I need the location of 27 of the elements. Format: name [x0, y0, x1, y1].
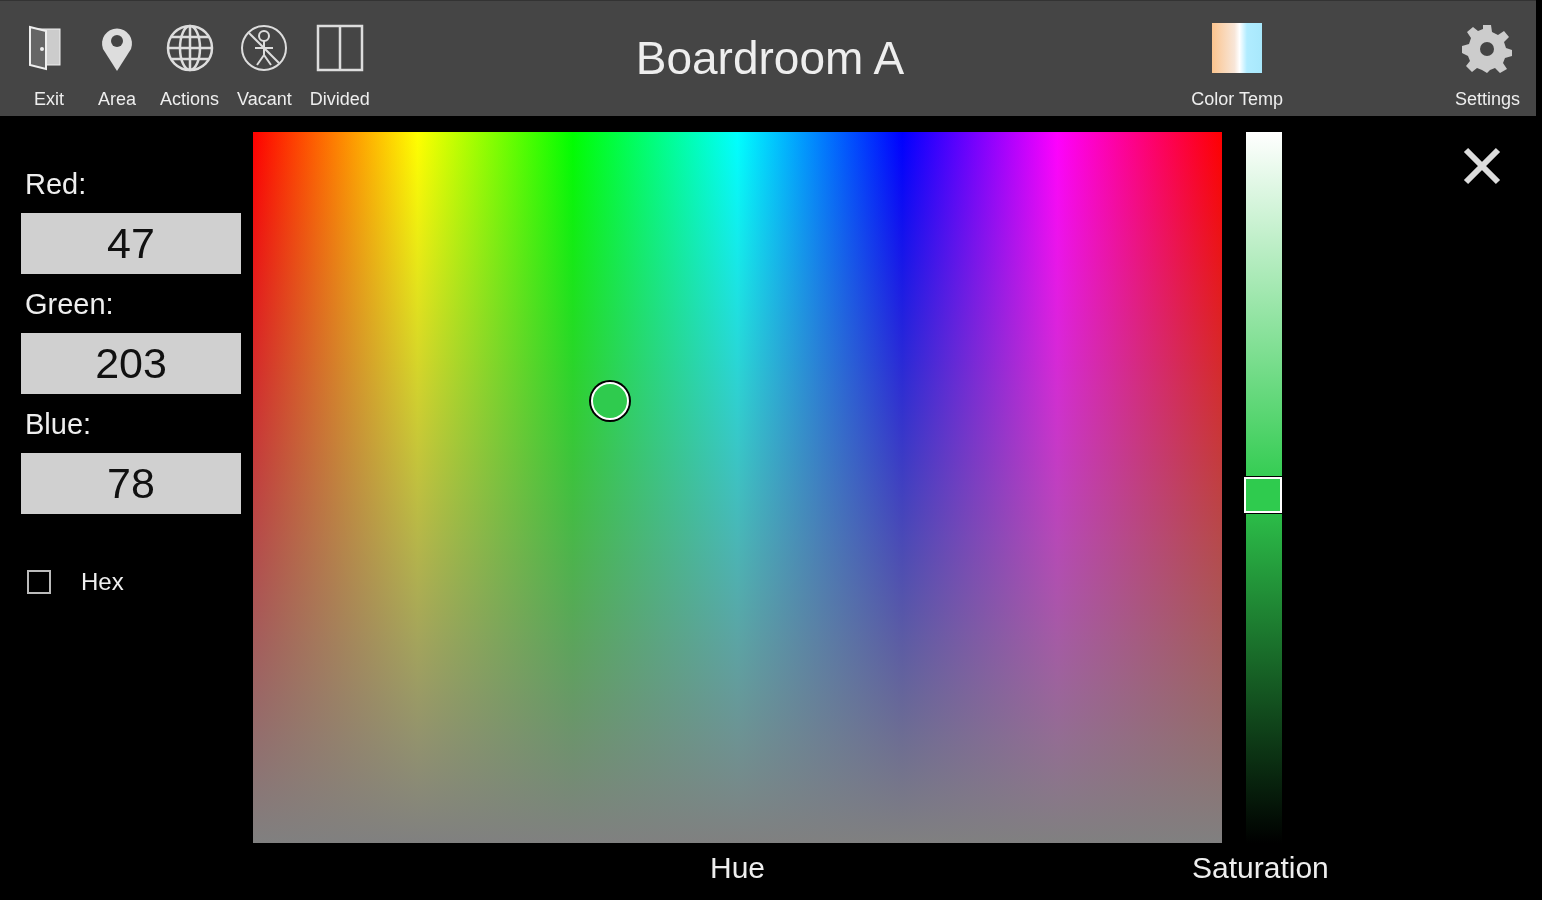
gradient-swatch-icon [1212, 23, 1263, 73]
globe-icon [164, 23, 215, 73]
split-rectangle-icon [314, 23, 365, 73]
hue-color-area[interactable] [253, 132, 1222, 843]
saturation-label: Saturation [1192, 851, 1329, 884]
field-label: Blue: [25, 408, 93, 441]
toolbar-button[interactable]: Area [86, 1, 148, 116]
slider-thumb[interactable] [1244, 476, 1282, 513]
toolbar-button[interactable]: Color Temp [1185, 1, 1289, 116]
hex-label: Hex [81, 568, 124, 596]
no-person-icon [239, 23, 290, 73]
field-label: Green: [25, 288, 115, 321]
toolbar-button[interactable]: Vacant [231, 1, 298, 116]
toolbar-button[interactable]: Settings [1448, 1, 1526, 116]
toolbar-button[interactable]: Divided [303, 1, 376, 116]
field-label: Red: [25, 168, 88, 201]
color-marker[interactable] [590, 381, 629, 420]
settings-icon [1462, 23, 1513, 73]
hue-label: Hue [709, 851, 765, 884]
close-icon[interactable] [1462, 146, 1502, 186]
value-input-field[interactable]: 203 [21, 333, 241, 394]
value-input-field[interactable]: 78 [21, 453, 241, 514]
value-input-field[interactable]: 47 [21, 213, 241, 274]
room-title: Boardroom A [635, 31, 905, 85]
toolbar-button[interactable]: Actions [154, 1, 226, 116]
toolbar-button[interactable]: Exit [18, 1, 80, 116]
hex-checkbox[interactable] [27, 570, 51, 594]
